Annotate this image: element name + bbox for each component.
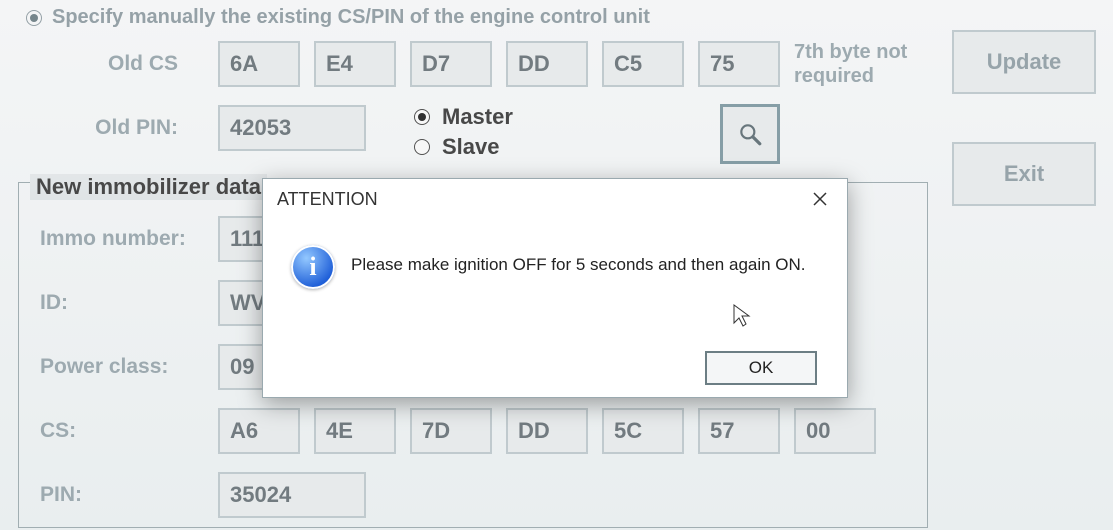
new-cs-byte-5[interactable]: 57 <box>698 408 780 454</box>
power-class-label: Power class: <box>40 355 200 379</box>
radio-outer <box>414 109 430 125</box>
close-icon <box>813 192 827 206</box>
dialog-message: Please make ignition OFF for 5 seconds a… <box>351 245 806 275</box>
info-icon: i <box>291 245 335 289</box>
old-cs-byte-2[interactable]: D7 <box>410 41 492 87</box>
master-radio-label: Master <box>442 104 513 130</box>
new-cs-byte-2[interactable]: 7D <box>410 408 492 454</box>
attention-dialog: ATTENTION i Please make ignition OFF for… <box>262 178 848 398</box>
update-button[interactable]: Update <box>952 30 1096 94</box>
new-pin-label: PIN: <box>40 483 200 507</box>
old-cs-byte-0[interactable]: 6A <box>218 41 300 87</box>
new-cs-byte-4[interactable]: 5C <box>602 408 684 454</box>
dialog-close-button[interactable] <box>803 185 837 213</box>
search-button[interactable] <box>720 104 780 164</box>
dialog-ok-label: OK <box>749 358 774 378</box>
old-cs-byte-5[interactable]: 75 <box>698 41 780 87</box>
new-cs-byte-0[interactable]: A6 <box>218 408 300 454</box>
radio-outer <box>414 139 430 155</box>
old-pin-field[interactable]: 42053 <box>218 105 366 151</box>
groupbox-title: New immobilizer data <box>30 174 267 200</box>
old-cs-label: Old CS <box>78 52 178 76</box>
new-cs-byte-3[interactable]: DD <box>506 408 588 454</box>
id-label: ID: <box>40 291 200 315</box>
dialog-title: ATTENTION <box>277 189 378 210</box>
specify-manual-label: Specify manually the existing CS/PIN of … <box>52 6 650 29</box>
radio-dot <box>30 14 38 22</box>
magnifier-icon <box>737 121 763 147</box>
new-cs-byte-6[interactable]: 00 <box>794 408 876 454</box>
slave-radio[interactable]: Slave <box>414 134 513 160</box>
radio-selected-dot <box>418 113 426 121</box>
specify-manual-radio[interactable] <box>26 10 42 26</box>
old-cs-byte-1[interactable]: E4 <box>314 41 396 87</box>
immo-number-label: Immo number: <box>40 227 200 251</box>
old-cs-byte-4[interactable]: C5 <box>602 41 684 87</box>
new-cs-byte-1[interactable]: 4E <box>314 408 396 454</box>
exit-button[interactable]: Exit <box>952 142 1096 206</box>
old-pin-label: Old PIN: <box>70 116 178 140</box>
slave-radio-label: Slave <box>442 134 500 160</box>
exit-button-label: Exit <box>1004 161 1044 187</box>
new-cs-label: CS: <box>40 419 200 443</box>
new-pin-field[interactable]: 35024 <box>218 472 366 518</box>
master-radio[interactable]: Master <box>414 104 513 130</box>
dialog-ok-button[interactable]: OK <box>705 351 817 385</box>
seventh-byte-note: 7th byte not required <box>794 40 934 88</box>
old-cs-byte-3[interactable]: DD <box>506 41 588 87</box>
update-button-label: Update <box>987 49 1062 75</box>
